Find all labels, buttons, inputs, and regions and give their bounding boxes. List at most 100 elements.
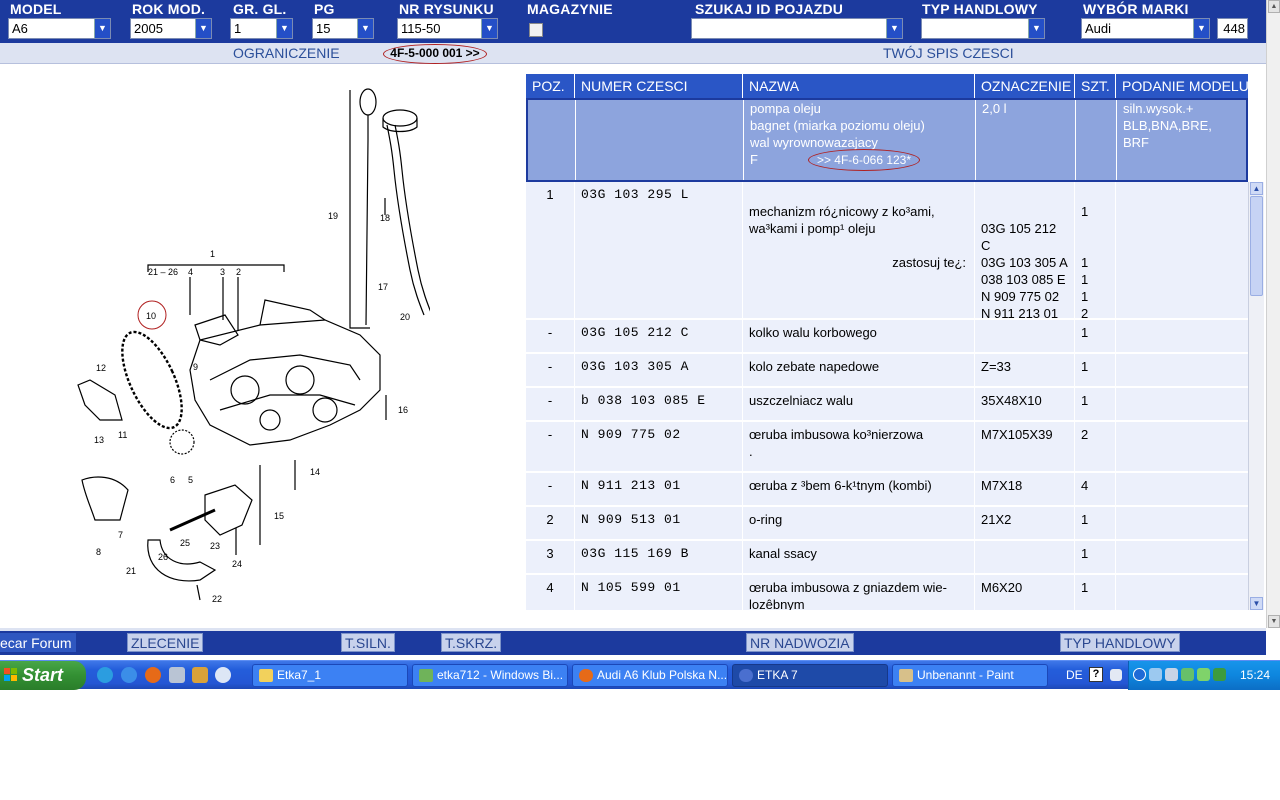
- forum-link[interactable]: ecar Forum: [0, 633, 76, 652]
- row-part-number[interactable]: N 909 513 01: [575, 507, 743, 539]
- tab-engine[interactable]: T.SILN.: [341, 633, 395, 652]
- security-icon[interactable]: [1181, 668, 1194, 681]
- task-etka712[interactable]: etka712 - Windows Bi...: [412, 664, 568, 687]
- main-group-select[interactable]: 1 ▼: [230, 18, 293, 39]
- callout-1[interactable]: 1: [210, 249, 215, 259]
- chevron-down-icon[interactable]: ▼: [195, 19, 211, 38]
- callout-14[interactable]: 14: [310, 467, 320, 477]
- col-designation[interactable]: OZNACZENIE: [975, 74, 1075, 98]
- firefox-icon[interactable]: [145, 667, 161, 683]
- row-part-number[interactable]: N 909 775 02: [575, 422, 743, 471]
- row-part-number[interactable]: N 105 599 01: [575, 575, 743, 610]
- table-row[interactable]: - 03G 103 305 A kolo zebate napedowe Z=3…: [526, 354, 1248, 388]
- browser-icon[interactable]: [121, 667, 137, 683]
- callout-17[interactable]: 17: [378, 282, 388, 292]
- callout-25[interactable]: 25: [180, 538, 190, 548]
- col-qty[interactable]: SZT.: [1075, 74, 1116, 98]
- drawing-no-select[interactable]: 115-50 ▼: [397, 18, 498, 39]
- desktop-icon[interactable]: [169, 667, 185, 683]
- year-select[interactable]: 2005 ▼: [130, 18, 212, 39]
- table-row[interactable]: - b 038 103 085 E uszczelniacz walu 35X4…: [526, 388, 1248, 422]
- scroll-down-icon[interactable]: ▼: [1250, 597, 1263, 610]
- callout-5[interactable]: 5: [188, 475, 193, 485]
- row-part-number[interactable]: N 911 213 01: [575, 473, 743, 505]
- callout-13[interactable]: 13: [94, 435, 104, 445]
- ie-icon[interactable]: [97, 667, 113, 683]
- callout-15[interactable]: 15: [274, 511, 284, 521]
- table-row[interactable]: 4 N 105 599 01 œruba imbusowa z gniazdem…: [526, 575, 1248, 610]
- callout-7[interactable]: 7: [118, 530, 123, 540]
- callout-12[interactable]: 12: [96, 363, 106, 373]
- scroll-up-icon[interactable]: ▲: [1250, 182, 1263, 195]
- trade-type-select[interactable]: ▼: [921, 18, 1045, 39]
- tab-gearbox[interactable]: T.SKRZ.: [441, 633, 502, 652]
- table-row[interactable]: 3 03G 115 169 B kanal ssacy 1: [526, 541, 1248, 575]
- exploded-parts-drawing[interactable]: 1 2 3 4 5 6 7 8 9 10 11 12 13 14 15 16 1…: [60, 80, 430, 610]
- callout-20[interactable]: 20: [400, 312, 410, 322]
- chevron-down-icon[interactable]: ▼: [1193, 19, 1209, 38]
- table-row[interactable]: 1 03G 103 295 L mechanizm ró¿nicowy z ko…: [526, 182, 1248, 320]
- group-header-row[interactable]: pompa oleju bagnet (miarka poziomu oleju…: [526, 98, 1248, 182]
- callout-6[interactable]: 6: [170, 475, 175, 485]
- table-row[interactable]: - N 909 775 02 œruba imbusowa ko³nierzow…: [526, 422, 1248, 473]
- col-model-info[interactable]: PODANIE MODELU: [1116, 74, 1248, 98]
- task-audi-forum[interactable]: Audi A6 Klub Polska N...: [572, 664, 728, 687]
- help-icon[interactable]: ?: [1089, 667, 1103, 682]
- chevron-down-icon[interactable]: ▼: [481, 19, 497, 38]
- callout-4[interactable]: 4: [188, 267, 193, 277]
- parts-table-scrollbar[interactable]: ▲ ▼: [1248, 182, 1264, 610]
- table-row[interactable]: 2 N 909 513 01 o-ring 21X2 1: [526, 507, 1248, 541]
- callout-11[interactable]: 11: [118, 430, 127, 440]
- antivirus-icon[interactable]: [1197, 668, 1210, 681]
- callout-2[interactable]: 2: [236, 267, 241, 277]
- col-name[interactable]: NAZWA: [743, 74, 975, 98]
- chevron-down-icon[interactable]: ▼: [1028, 19, 1044, 38]
- scroll-up-icon[interactable]: ▲: [1268, 0, 1280, 13]
- winamp-icon[interactable]: [192, 667, 208, 683]
- battery-icon[interactable]: [1213, 668, 1226, 681]
- col-pos[interactable]: POZ.: [526, 74, 575, 98]
- network-icon[interactable]: [1149, 668, 1162, 681]
- table-row[interactable]: - N 911 213 01 œruba z ³bem 6-k¹tnym (ko…: [526, 473, 1248, 507]
- chevron-down-icon[interactable]: ▼: [886, 19, 902, 38]
- task-etka7-1[interactable]: Etka7_1: [252, 664, 408, 687]
- task-paint[interactable]: Unbenannt - Paint: [892, 664, 1048, 687]
- group-ref-link[interactable]: >> 4F-6-066 123*: [808, 149, 920, 171]
- start-button[interactable]: Start: [0, 661, 86, 690]
- restriction-link[interactable]: 4F-5-000 001 >>: [383, 44, 487, 64]
- brand-count-field[interactable]: 448: [1217, 18, 1248, 39]
- callout-19[interactable]: 19: [328, 211, 338, 221]
- language-indicator[interactable]: DE: [1066, 668, 1083, 682]
- model-select[interactable]: A6 ▼: [8, 18, 111, 39]
- callout-16[interactable]: 16: [398, 405, 408, 415]
- clock[interactable]: 15:24: [1240, 668, 1270, 682]
- callout-10[interactable]: 10: [146, 311, 156, 321]
- callout-24[interactable]: 24: [232, 559, 242, 569]
- brand-select[interactable]: Audi ▼: [1081, 18, 1210, 39]
- callout-9[interactable]: 9: [193, 362, 198, 372]
- volume-icon[interactable]: [1165, 668, 1178, 681]
- callout-22[interactable]: 22: [212, 594, 222, 604]
- callout-21[interactable]: 21: [126, 566, 136, 576]
- warehouse-checkbox[interactable]: [529, 23, 543, 37]
- scrollbar-thumb[interactable]: [1250, 196, 1263, 296]
- vehicle-id-select[interactable]: ▼: [691, 18, 903, 39]
- row-part-number[interactable]: 03G 103 305 A: [575, 354, 743, 386]
- tab-trade-type[interactable]: TYP HANDLOWY: [1060, 633, 1180, 652]
- col-part-number[interactable]: NUMER CZESCI: [575, 74, 743, 98]
- chevron-left-icon[interactable]: [1133, 668, 1146, 681]
- callout-18[interactable]: 18: [380, 213, 390, 223]
- table-row[interactable]: - 03G 105 212 C kolko walu korbowego 1: [526, 320, 1248, 354]
- media-player-icon[interactable]: [215, 667, 231, 683]
- chevron-down-icon[interactable]: ▼: [276, 19, 292, 38]
- callout-8[interactable]: 8: [96, 547, 101, 557]
- tab-body-no[interactable]: NR NADWOZIA: [746, 633, 854, 652]
- row-part-number[interactable]: 03G 103 295 L: [575, 182, 743, 318]
- row-part-number[interactable]: 03G 105 212 C: [575, 320, 743, 352]
- chevron-down-icon[interactable]: ▼: [357, 19, 373, 38]
- chevron-down-icon[interactable]: ▼: [94, 19, 110, 38]
- row-part-number[interactable]: b 038 103 085 E: [575, 388, 743, 420]
- callout-21-26[interactable]: 21 – 26: [148, 267, 178, 277]
- tab-order[interactable]: ZLECENIE: [127, 633, 204, 652]
- sub-group-select[interactable]: 15 ▼: [312, 18, 374, 39]
